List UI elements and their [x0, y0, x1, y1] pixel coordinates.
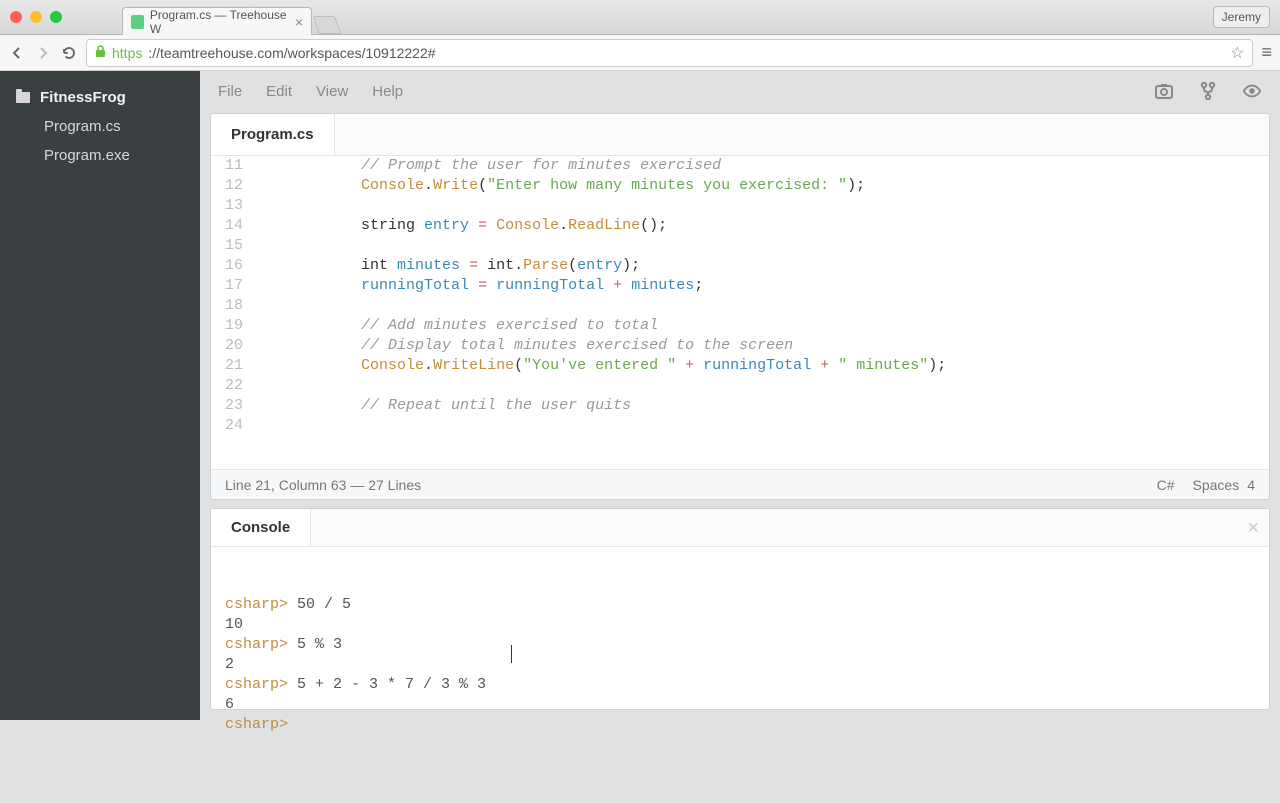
console-line: csharp> 5 + 2 - 3 * 7 / 3 % 3: [225, 675, 1255, 695]
line-number: 20: [211, 336, 253, 356]
file-tree-sidebar: FitnessFrog Program.cs Program.exe: [0, 71, 200, 720]
address-bar: https ://teamtreehouse.com/workspaces/109…: [0, 35, 1280, 71]
browser-tab[interactable]: Program.cs — Treehouse W ×: [122, 7, 312, 35]
line-number: 15: [211, 236, 253, 256]
line-number: 11: [211, 156, 253, 176]
line-number: 17: [211, 276, 253, 296]
close-tab-icon[interactable]: ×: [295, 14, 303, 30]
indent-size[interactable]: 4: [1247, 477, 1255, 493]
line-number: 19: [211, 316, 253, 336]
url-input[interactable]: https ://teamtreehouse.com/workspaces/109…: [86, 39, 1253, 67]
code-line[interactable]: 22: [211, 376, 1269, 396]
menu-file[interactable]: File: [218, 83, 242, 100]
code-line[interactable]: 12 Console.Write("Enter how many minutes…: [211, 176, 1269, 196]
console-line: csharp> 5 % 3: [225, 635, 1255, 655]
code-content[interactable]: // Prompt the user for minutes exercised: [253, 156, 1269, 176]
code-line[interactable]: 13: [211, 196, 1269, 216]
menu-edit[interactable]: Edit: [266, 83, 292, 100]
file-tab-program-cs[interactable]: Program.cs: [211, 114, 335, 155]
code-line[interactable]: 19 // Add minutes exercised to total: [211, 316, 1269, 336]
close-console-icon[interactable]: ×: [1247, 517, 1259, 540]
code-content[interactable]: [253, 236, 1269, 256]
code-line[interactable]: 24: [211, 416, 1269, 436]
console-line: 6: [225, 695, 1255, 715]
lock-icon: [95, 45, 106, 61]
console-tab[interactable]: Console: [211, 509, 311, 546]
code-line[interactable]: 11 // Prompt the user for minutes exerci…: [211, 156, 1269, 176]
code-content[interactable]: runningTotal = runningTotal + minutes;: [253, 276, 1269, 296]
reload-button[interactable]: [60, 44, 78, 62]
close-window-button[interactable]: [10, 11, 22, 23]
code-line[interactable]: 14 string entry = Console.ReadLine();: [211, 216, 1269, 236]
console-tab-bar: Console ×: [211, 509, 1269, 547]
code-content[interactable]: Console.Write("Enter how many minutes yo…: [253, 176, 1269, 196]
snapshot-icon[interactable]: [1154, 81, 1174, 101]
maximize-window-button[interactable]: [50, 11, 62, 23]
code-content[interactable]: [253, 376, 1269, 396]
url-scheme: https: [112, 45, 142, 61]
console-panel: Console × csharp> 50 / 510csharp> 5 % 32…: [210, 508, 1270, 710]
code-line[interactable]: 16 int minutes = int.Parse(entry);: [211, 256, 1269, 276]
back-button[interactable]: [8, 44, 26, 62]
line-number: 23: [211, 396, 253, 416]
line-number: 21: [211, 356, 253, 376]
code-content[interactable]: // Repeat until the user quits: [253, 396, 1269, 416]
code-content[interactable]: [253, 416, 1269, 436]
text-cursor: [511, 645, 512, 663]
line-number: 24: [211, 416, 253, 436]
menu-help[interactable]: Help: [372, 83, 403, 100]
cursor-position: Line 21, Column 63 — 27 Lines: [225, 477, 421, 493]
window-titlebar: Program.cs — Treehouse W × Jeremy: [0, 0, 1280, 35]
menu-icon[interactable]: ≡: [1261, 42, 1272, 63]
console-line: csharp> 50 / 5: [225, 595, 1255, 615]
code-content[interactable]: int minutes = int.Parse(entry);: [253, 256, 1269, 276]
file-tab-bar: Program.cs: [211, 114, 1269, 156]
console-line: 2: [225, 655, 1255, 675]
line-number: 12: [211, 176, 253, 196]
minimize-window-button[interactable]: [30, 11, 42, 23]
indent-mode[interactable]: Spaces: [1193, 477, 1240, 493]
editor-menubar: File Edit View Help: [210, 77, 1270, 105]
fork-icon[interactable]: [1198, 81, 1218, 101]
new-tab-button[interactable]: [313, 16, 342, 34]
forward-button[interactable]: [34, 44, 52, 62]
lang-mode[interactable]: C#: [1157, 477, 1175, 493]
editor-panel: Program.cs 11 // Prompt the user for min…: [210, 113, 1270, 500]
code-editor[interactable]: 11 // Prompt the user for minutes exerci…: [211, 156, 1269, 469]
code-line[interactable]: 23 // Repeat until the user quits: [211, 396, 1269, 416]
line-number: 22: [211, 376, 253, 396]
url-path: ://teamtreehouse.com/workspaces/10912222…: [148, 45, 435, 61]
folder-fitnessfrog[interactable]: FitnessFrog: [0, 83, 200, 112]
console-output[interactable]: csharp> 50 / 510csharp> 5 % 32csharp> 5 …: [211, 547, 1269, 803]
tab-title: Program.cs — Treehouse W: [150, 8, 289, 36]
code-line[interactable]: 15: [211, 236, 1269, 256]
console-line: csharp>: [225, 715, 1255, 735]
code-content[interactable]: string entry = Console.ReadLine();: [253, 216, 1269, 236]
code-line[interactable]: 20 // Display total minutes exercised to…: [211, 336, 1269, 356]
profile-button[interactable]: Jeremy: [1213, 6, 1270, 28]
line-number: 18: [211, 296, 253, 316]
code-content[interactable]: [253, 296, 1269, 316]
folder-icon: [16, 92, 30, 103]
code-line[interactable]: 18: [211, 296, 1269, 316]
preview-icon[interactable]: [1242, 81, 1262, 101]
file-program-cs[interactable]: Program.cs: [0, 112, 200, 141]
code-line[interactable]: 21 Console.WriteLine("You've entered " +…: [211, 356, 1269, 376]
file-program-exe[interactable]: Program.exe: [0, 141, 200, 170]
code-content[interactable]: Console.WriteLine("You've entered " + ru…: [253, 356, 1269, 376]
line-number: 13: [211, 196, 253, 216]
favicon-icon: [131, 15, 144, 29]
traffic-lights: [10, 11, 62, 23]
code-content[interactable]: // Display total minutes exercised to th…: [253, 336, 1269, 356]
code-content[interactable]: [253, 196, 1269, 216]
console-line: 10: [225, 615, 1255, 635]
menu-view[interactable]: View: [316, 83, 348, 100]
code-content[interactable]: // Add minutes exercised to total: [253, 316, 1269, 336]
code-line[interactable]: 17 runningTotal = runningTotal + minutes…: [211, 276, 1269, 296]
folder-label: FitnessFrog: [40, 89, 126, 106]
line-number: 14: [211, 216, 253, 236]
bookmark-icon[interactable]: ☆: [1230, 43, 1244, 63]
editor-status-bar: Line 21, Column 63 — 27 Lines C# Spaces …: [211, 469, 1269, 499]
line-number: 16: [211, 256, 253, 276]
